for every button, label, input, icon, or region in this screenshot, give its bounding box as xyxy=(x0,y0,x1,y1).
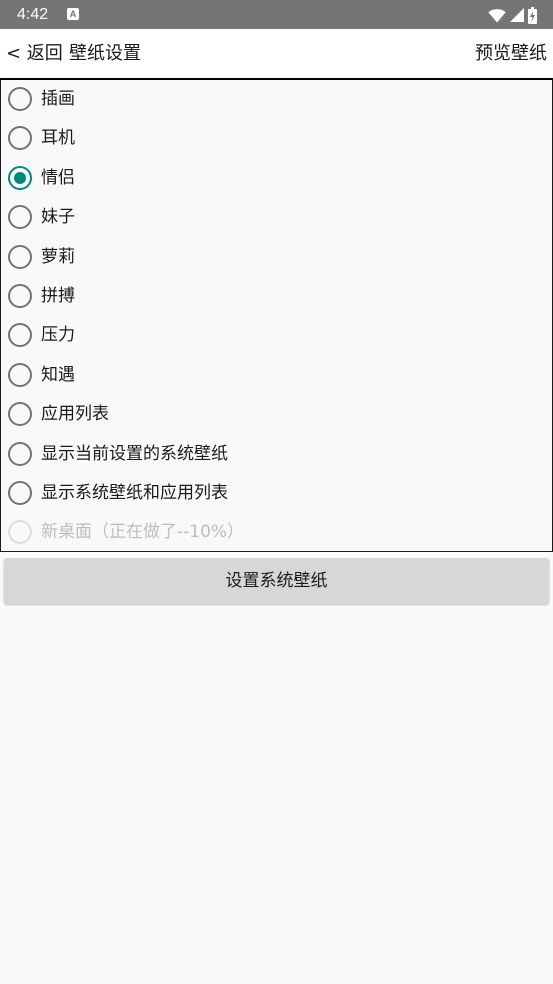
radio-option-headphones[interactable]: 耳机 xyxy=(1,119,552,158)
a-box-icon xyxy=(67,8,79,20)
radio-option-current-system-wallpaper[interactable]: 显示当前设置的系统壁纸 xyxy=(1,435,552,474)
radio-button[interactable] xyxy=(8,126,32,150)
radio-option-label: 插画 xyxy=(41,89,75,109)
radio-button[interactable] xyxy=(8,442,32,466)
preview-wallpaper-button[interactable]: 预览壁纸 xyxy=(475,29,547,78)
radio-option-label: 知遇 xyxy=(41,365,75,385)
radio-option-label: 拼搏 xyxy=(41,286,75,306)
radio-option-label: 新桌面（正在做了--10%） xyxy=(41,522,245,542)
set-system-wallpaper-button[interactable]: 设置系统壁纸 xyxy=(4,558,549,604)
radio-button[interactable] xyxy=(8,205,32,229)
radio-button[interactable] xyxy=(8,363,32,387)
radio-button-disabled xyxy=(8,520,32,544)
radio-button-selected[interactable] xyxy=(8,166,32,190)
top-app-bar: < 返回 壁纸设置 预览壁纸 xyxy=(0,29,553,78)
radio-option-zhiyu[interactable]: 知遇 xyxy=(1,356,552,395)
wallpaper-radio-group: 插画 耳机 情侣 妹子 萝莉 拼搏 压力 知遇 应用列表 显示当前设置的系统壁纸… xyxy=(0,78,553,552)
radio-option-label: 压力 xyxy=(41,325,75,345)
radio-option-couple[interactable]: 情侣 xyxy=(1,159,552,198)
radio-option-pressure[interactable]: 压力 xyxy=(1,316,552,355)
radio-option-system-wallpaper-and-apps[interactable]: 显示系统壁纸和应用列表 xyxy=(1,474,552,513)
status-icons xyxy=(488,6,537,24)
radio-button[interactable] xyxy=(8,481,32,505)
radio-option-new-desktop: 新桌面（正在做了--10%） xyxy=(1,513,552,552)
radio-option-strive[interactable]: 拼搏 xyxy=(1,277,552,316)
status-bar: 4:42 xyxy=(0,0,553,29)
radio-option-label: 萝莉 xyxy=(41,247,75,267)
radio-button[interactable] xyxy=(8,245,32,269)
battery-charging-icon xyxy=(528,6,537,24)
radio-option-label: 妹子 xyxy=(41,207,75,227)
page-title: 壁纸设置 xyxy=(69,43,141,64)
radio-option-app-list[interactable]: 应用列表 xyxy=(1,395,552,434)
radio-option-loli[interactable]: 萝莉 xyxy=(1,238,552,277)
radio-option-label: 情侣 xyxy=(41,168,75,188)
status-time: 4:42 xyxy=(17,6,49,23)
radio-option-label: 显示当前设置的系统壁纸 xyxy=(41,444,228,464)
radio-option-label: 应用列表 xyxy=(41,404,109,424)
radio-button[interactable] xyxy=(8,87,32,111)
cell-signal-icon xyxy=(510,8,524,22)
radio-option-girls[interactable]: 妹子 xyxy=(1,198,552,237)
radio-option-label: 显示系统壁纸和应用列表 xyxy=(41,483,228,503)
back-button[interactable]: < 返回 xyxy=(6,29,63,78)
radio-option-illustration[interactable]: 插画 xyxy=(1,80,552,119)
radio-option-label: 耳机 xyxy=(41,128,75,148)
radio-button[interactable] xyxy=(8,323,32,347)
radio-button[interactable] xyxy=(8,284,32,308)
wifi-icon xyxy=(488,8,506,22)
radio-button[interactable] xyxy=(8,402,32,426)
